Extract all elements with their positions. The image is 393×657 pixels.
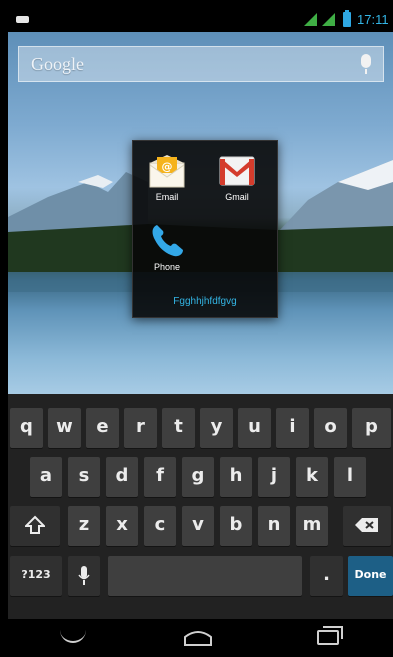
- backspace-key[interactable]: [343, 506, 391, 546]
- key-t[interactable]: t: [162, 408, 195, 448]
- gmail-icon: [219, 156, 255, 186]
- phone-screen: 17:11 Google @ Email Gmail Phone Fgghhjh…: [8, 8, 393, 657]
- key-e[interactable]: e: [86, 408, 119, 448]
- notification-icon: [16, 16, 29, 23]
- key-v[interactable]: v: [182, 506, 214, 546]
- key-f[interactable]: f: [144, 457, 176, 497]
- key-j[interactable]: j: [258, 457, 290, 497]
- email-icon: @: [149, 155, 185, 188]
- backspace-icon: [355, 518, 378, 532]
- cell-signal-icon: [322, 13, 335, 26]
- key-u[interactable]: u: [238, 408, 271, 448]
- key-n[interactable]: n: [258, 506, 290, 546]
- key-s[interactable]: s: [68, 457, 100, 497]
- voice-input-key[interactable]: [68, 556, 100, 596]
- symbols-key[interactable]: ?123: [10, 556, 62, 596]
- key-m[interactable]: m: [296, 506, 328, 546]
- key-c[interactable]: c: [144, 506, 176, 546]
- space-bar[interactable]: [108, 556, 302, 596]
- app-gmail[interactable]: Gmail: [209, 153, 265, 202]
- app-label-gmail: Gmail: [225, 192, 249, 202]
- navigation-bar: [8, 619, 393, 657]
- mic-key-icon: [78, 566, 90, 585]
- period-key[interactable]: .: [310, 556, 343, 596]
- key-g[interactable]: g: [182, 457, 214, 497]
- soft-keyboard: q w e r t y u i o p a s d f g h j k l z …: [8, 394, 393, 619]
- folder-name[interactable]: Fgghhjhfdfgvg: [133, 296, 277, 307]
- phone-icon: [152, 225, 183, 257]
- key-w[interactable]: w: [48, 408, 81, 448]
- key-b[interactable]: b: [220, 506, 252, 546]
- mic-icon[interactable]: [361, 54, 371, 74]
- key-o[interactable]: o: [314, 408, 347, 448]
- home-icon[interactable]: [183, 627, 213, 647]
- wifi-signal-icon: [304, 13, 317, 26]
- app-phone[interactable]: Phone: [139, 221, 195, 272]
- key-r[interactable]: r: [124, 408, 157, 448]
- app-folder: @ Email Gmail Phone Fgghhjhfdfgvg: [132, 140, 278, 318]
- battery-icon: [343, 10, 351, 27]
- key-p[interactable]: p: [352, 408, 391, 448]
- key-k[interactable]: k: [296, 457, 328, 497]
- key-x[interactable]: x: [106, 506, 138, 546]
- key-h[interactable]: h: [220, 457, 252, 497]
- google-search-label: Google: [31, 54, 84, 74]
- key-l[interactable]: l: [334, 457, 366, 497]
- key-z[interactable]: z: [68, 506, 100, 546]
- app-label-phone: Phone: [153, 262, 181, 272]
- app-label-email: Email: [155, 192, 179, 202]
- google-search-bar[interactable]: Google: [18, 46, 384, 82]
- app-email[interactable]: @ Email: [139, 153, 195, 202]
- status-time: 17:11: [357, 12, 389, 27]
- key-a[interactable]: a: [30, 457, 62, 497]
- status-bar: 17:11: [8, 8, 393, 32]
- shift-icon: [23, 515, 47, 534]
- key-d[interactable]: d: [106, 457, 138, 497]
- done-key[interactable]: Done: [348, 556, 393, 596]
- key-y[interactable]: y: [200, 408, 233, 448]
- recents-icon[interactable]: [317, 626, 343, 645]
- back-icon[interactable]: [60, 627, 86, 643]
- shift-key[interactable]: [10, 506, 60, 546]
- key-i[interactable]: i: [276, 408, 309, 448]
- svg-text:@: @: [162, 160, 173, 173]
- key-q[interactable]: q: [10, 408, 43, 448]
